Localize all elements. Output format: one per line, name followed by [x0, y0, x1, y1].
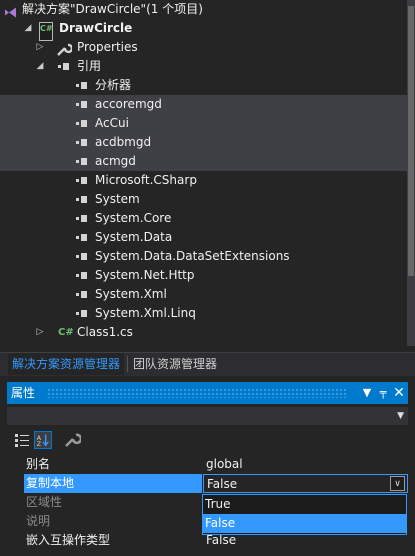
reference-item[interactable]: Microsoft.CSharp — [0, 171, 407, 190]
property-value[interactable]: global — [203, 455, 408, 474]
property-value-editor[interactable]: False ∨ — [203, 474, 408, 493]
chevron-down-icon[interactable]: ▼ — [397, 407, 404, 425]
reference-label: System.Xml — [95, 287, 167, 301]
tree-row-solution[interactable]: 解决方案"DrawCircle"(1 个项目) — [0, 0, 407, 19]
csharp-file-icon: C# — [58, 327, 74, 338]
properties-title: 属性 — [11, 386, 36, 400]
reference-label: acdbmgd — [95, 135, 152, 149]
collapsed-arrow-icon[interactable]: ▷ — [35, 38, 45, 57]
property-value: False — [207, 477, 238, 491]
tree-row-references[interactable]: ◢ 引用 — [0, 57, 407, 76]
reference-item[interactable]: System.Data.DataSetExtensions — [0, 247, 407, 266]
vertical-scrollbar[interactable] — [407, 0, 415, 346]
close-icon[interactable]: ✕ — [392, 382, 406, 404]
solution-label: 解决方案"DrawCircle"(1 个项目) — [22, 2, 203, 16]
expanded-arrow-icon[interactable]: ◢ — [23, 19, 33, 38]
reference-item[interactable]: AcCui — [0, 114, 407, 133]
properties-title-bar: 属性 ▼ ╤ ✕ — [7, 382, 408, 404]
chevron-down-icon[interactable]: ∨ — [390, 476, 405, 491]
tree-row-analyzer[interactable]: 分析器 — [0, 76, 407, 95]
reference-item[interactable]: System.Core — [0, 209, 407, 228]
tab-team-explorer[interactable]: 团队资源管理器 — [129, 353, 221, 375]
property-row-selected[interactable]: 复制本地 False ∨ — [7, 474, 408, 493]
file-label: Class1.cs — [77, 325, 133, 339]
property-name: 区域性 — [26, 495, 63, 509]
reference-label: System.Data.DataSetExtensions — [95, 249, 290, 263]
reference-label: System — [95, 192, 140, 206]
property-name: 嵌入互操作类型 — [26, 533, 111, 547]
reference-item[interactable]: System.Xml.Linq — [0, 304, 407, 323]
reference-item[interactable]: acmgd — [0, 152, 407, 171]
pin-icon[interactable]: ╤ — [376, 382, 390, 404]
properties-toolbar: A Z — [7, 427, 408, 453]
alphabetical-sort-icon[interactable]: A Z — [34, 431, 52, 449]
analyzer-label: 分析器 — [95, 78, 132, 92]
tab-separator — [127, 356, 128, 372]
categorized-icon[interactable] — [13, 431, 31, 449]
reference-item[interactable]: System.Xml — [0, 285, 407, 304]
reference-label: System.Data — [95, 230, 173, 244]
reference-item[interactable]: accoremgd — [0, 95, 407, 114]
property-name: 说明 — [26, 514, 51, 528]
reference-label: accoremgd — [95, 97, 162, 111]
reference-label: acmgd — [95, 154, 136, 168]
scrollbar-thumb[interactable] — [408, 6, 414, 276]
dropdown-option-false[interactable]: False — [203, 514, 406, 533]
reference-item[interactable]: System.Net.Http — [0, 266, 407, 285]
property-row[interactable]: 别名 global — [7, 455, 408, 474]
value-dropdown-list: True False — [202, 494, 407, 535]
reference-label: System.Net.Http — [95, 268, 195, 282]
tree-row-project[interactable]: ◢ C# DrawCircle — [0, 19, 407, 41]
window-position-icon[interactable]: ▼ — [360, 382, 374, 404]
explorer-tabs: 解决方案资源管理器 团队资源管理器 — [0, 352, 415, 376]
solution-explorer-tree: 解决方案"DrawCircle"(1 个项目) ◢ C# DrawCircle … — [0, 0, 415, 346]
object-selector[interactable]: ▼ — [7, 407, 408, 425]
expanded-arrow-icon[interactable]: ◢ — [35, 57, 45, 76]
reference-label: System.Xml.Linq — [95, 306, 196, 320]
properties-label: Properties — [77, 40, 138, 54]
reference-item[interactable]: System.Data — [0, 228, 407, 247]
tree-row-properties[interactable]: ▷ Properties — [0, 38, 407, 57]
reference-label: AcCui — [95, 116, 129, 130]
svg-text:Z: Z — [37, 441, 41, 448]
collapsed-arrow-icon[interactable]: ▷ — [35, 323, 45, 342]
property-pages-icon[interactable] — [63, 431, 81, 449]
project-label: DrawCircle — [59, 21, 133, 35]
property-name: 复制本地 — [24, 474, 202, 493]
reference-item[interactable]: System — [0, 190, 407, 209]
reference-label: System.Core — [95, 211, 172, 225]
reference-label: Microsoft.CSharp — [95, 173, 197, 187]
tab-solution-explorer[interactable]: 解决方案资源管理器 — [8, 353, 125, 375]
references-label: 引用 — [77, 59, 102, 73]
title-bar-grip — [47, 388, 347, 398]
tree-row-class1[interactable]: ▷ C# Class1.cs — [0, 323, 407, 342]
reference-item[interactable]: acdbmgd — [0, 133, 407, 152]
dropdown-option-true[interactable]: True — [203, 495, 406, 514]
property-name: 别名 — [26, 457, 51, 471]
